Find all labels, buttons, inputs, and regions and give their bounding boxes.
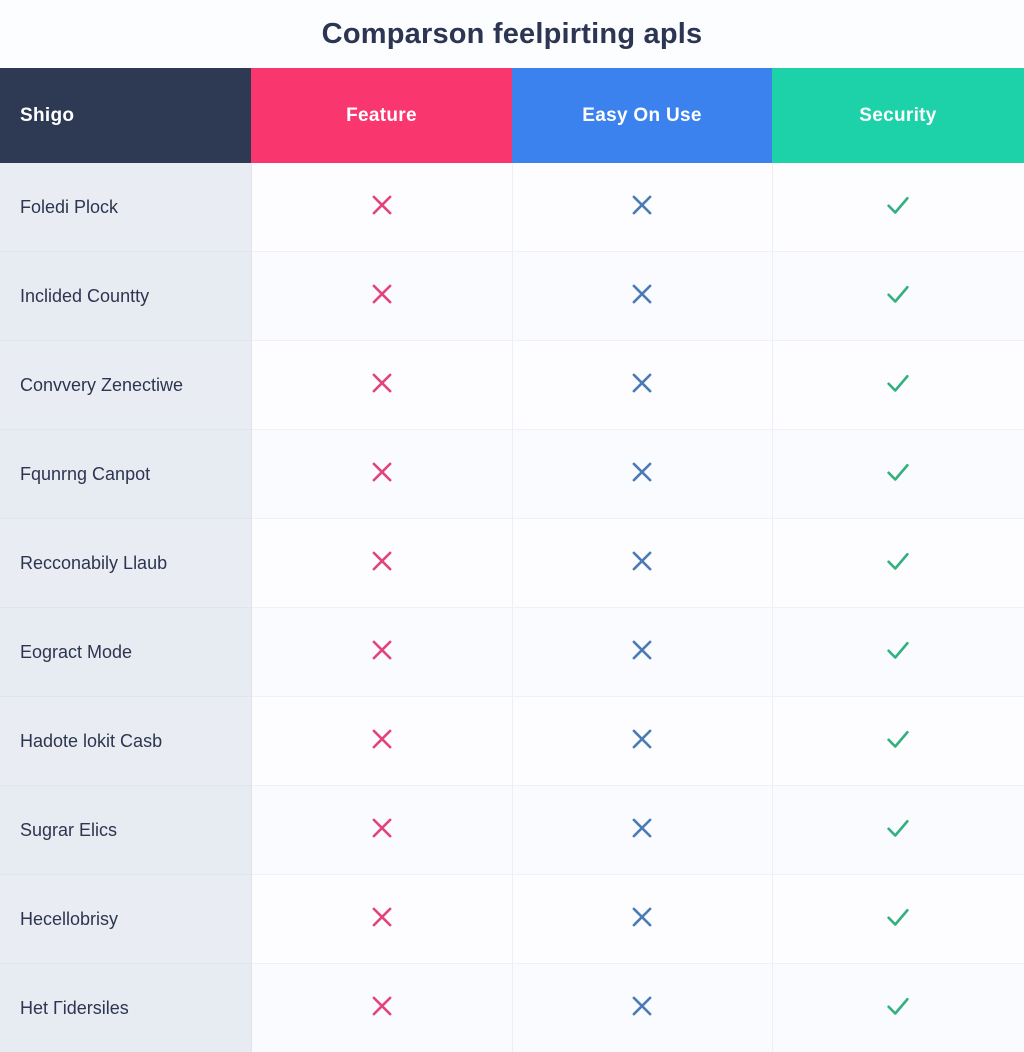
cross-icon — [367, 368, 397, 398]
table-row: Hadote lokit Casb — [0, 697, 1024, 786]
cell-security — [772, 519, 1024, 608]
row-label: Foledi Plock — [0, 163, 251, 252]
table-row: Inclided Countty — [0, 252, 1024, 341]
cell-easy — [512, 697, 772, 786]
cell-easy — [512, 341, 772, 430]
row-label: Inclided Countty — [0, 252, 251, 341]
cell-feature — [251, 875, 512, 964]
check-icon — [883, 902, 913, 932]
page-title-bar: Comparson feelpirting apls — [0, 0, 1024, 68]
cross-icon — [367, 457, 397, 487]
cell-feature — [251, 519, 512, 608]
check-icon — [883, 368, 913, 398]
cross-icon — [627, 813, 657, 843]
table-row: Sugrar Elics — [0, 786, 1024, 875]
cell-security — [772, 163, 1024, 252]
table-body: Foledi PlockInclided CounttyConvvery Zen… — [0, 163, 1024, 1052]
cross-icon — [627, 190, 657, 220]
cell-security — [772, 786, 1024, 875]
row-label: Convvery Zenectiwe — [0, 341, 251, 430]
table-header-row: Shigo Feature Easy On Use Security — [0, 68, 1024, 163]
table-row: Convvery Zenectiwe — [0, 341, 1024, 430]
cell-easy — [512, 163, 772, 252]
cross-icon — [367, 724, 397, 754]
cell-easy — [512, 964, 772, 1052]
row-label: Fqunrng Canpot — [0, 430, 251, 519]
column-header-easy-on-use[interactable]: Easy On Use — [512, 68, 772, 163]
cell-security — [772, 697, 1024, 786]
comparison-table: Shigo Feature Easy On Use Security Foled… — [0, 68, 1024, 1052]
cell-security — [772, 608, 1024, 697]
cell-feature — [251, 964, 512, 1052]
check-icon — [883, 724, 913, 754]
column-header-security[interactable]: Security — [772, 68, 1024, 163]
table-row: Fqunrng Canpot — [0, 430, 1024, 519]
cell-easy — [512, 875, 772, 964]
cell-feature — [251, 430, 512, 519]
row-label: Sugrar Elics — [0, 786, 251, 875]
check-icon — [883, 991, 913, 1021]
cell-feature — [251, 608, 512, 697]
cell-easy — [512, 608, 772, 697]
row-label: Het Гidersiles — [0, 964, 251, 1052]
table-row: Recconabily Llaub — [0, 519, 1024, 608]
cell-feature — [251, 341, 512, 430]
cell-feature — [251, 252, 512, 341]
cross-icon — [627, 368, 657, 398]
table-header: Shigo Feature Easy On Use Security — [0, 68, 1024, 163]
table-row: Eogract Mode — [0, 608, 1024, 697]
row-label: Hadote lokit Casb — [0, 697, 251, 786]
table-row: Het Гidersiles — [0, 964, 1024, 1052]
check-icon — [883, 457, 913, 487]
check-icon — [883, 546, 913, 576]
cross-icon — [627, 902, 657, 932]
cell-feature — [251, 163, 512, 252]
cross-icon — [627, 546, 657, 576]
column-header-feature[interactable]: Feature — [251, 68, 512, 163]
cross-icon — [367, 991, 397, 1021]
cell-security — [772, 341, 1024, 430]
cross-icon — [367, 279, 397, 309]
check-icon — [883, 190, 913, 220]
cell-easy — [512, 252, 772, 341]
cross-icon — [627, 635, 657, 665]
cell-security — [772, 875, 1024, 964]
cross-icon — [627, 724, 657, 754]
cell-feature — [251, 697, 512, 786]
cell-easy — [512, 519, 772, 608]
cell-security — [772, 964, 1024, 1052]
cell-security — [772, 430, 1024, 519]
table-row: Hecellobrisy — [0, 875, 1024, 964]
cross-icon — [627, 991, 657, 1021]
cell-easy — [512, 430, 772, 519]
page-title: Comparson feelpirting apls — [322, 18, 703, 51]
cross-icon — [627, 279, 657, 309]
cell-security — [772, 252, 1024, 341]
cross-icon — [367, 546, 397, 576]
row-label: Hecellobrisy — [0, 875, 251, 964]
cross-icon — [367, 902, 397, 932]
check-icon — [883, 279, 913, 309]
cross-icon — [367, 190, 397, 220]
row-label: Recconabily Llaub — [0, 519, 251, 608]
comparison-table-page: Comparson feelpirting apls Shigo Feature… — [0, 0, 1024, 1024]
row-label: Eogract Mode — [0, 608, 251, 697]
cell-easy — [512, 786, 772, 875]
cell-feature — [251, 786, 512, 875]
check-icon — [883, 635, 913, 665]
cross-icon — [627, 457, 657, 487]
cross-icon — [367, 635, 397, 665]
table-row: Foledi Plock — [0, 163, 1024, 252]
column-header-shigo[interactable]: Shigo — [0, 68, 251, 163]
check-icon — [883, 813, 913, 843]
cross-icon — [367, 813, 397, 843]
